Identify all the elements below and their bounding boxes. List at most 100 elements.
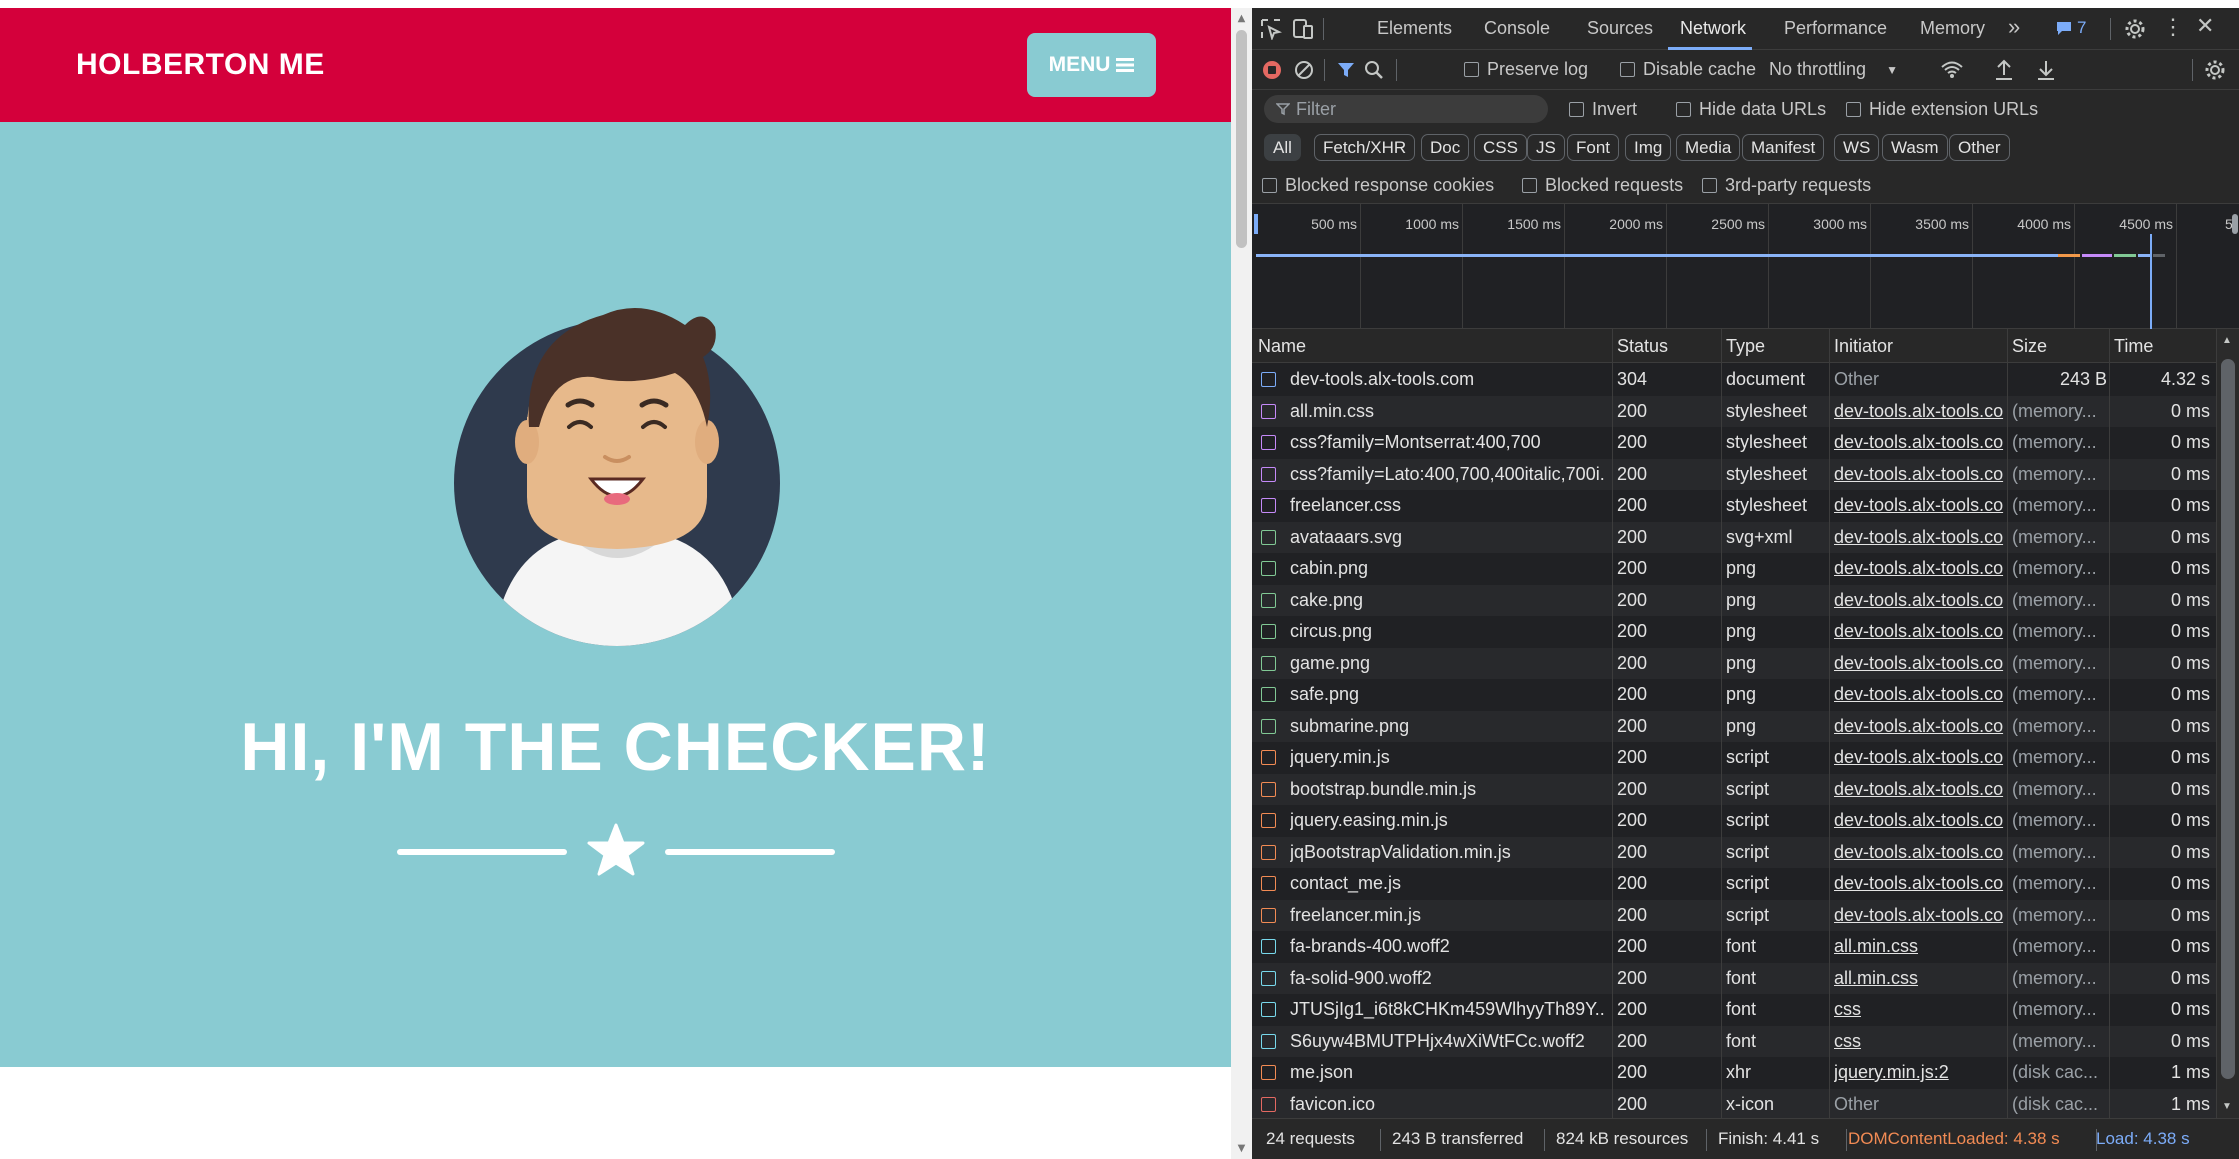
preserve-log-checkbox[interactable]: Preserve log xyxy=(1464,59,1588,80)
table-row[interactable]: cake.png 200 png dev-tools.alx-tools.co (mem… xyxy=(1252,584,2217,616)
type-filter-img[interactable]: Img xyxy=(1625,134,1672,161)
checkbox-box[interactable] xyxy=(1262,178,1277,193)
table-row[interactable]: avataaars.svg 200 svg+xml dev-tools.alx-too… xyxy=(1252,521,2217,553)
issues-counter[interactable]: 7 xyxy=(2055,18,2086,38)
request-initiator[interactable]: dev-tools.alx-tools.co xyxy=(1834,711,2007,742)
table-row[interactable]: S6uyw4BMUTPHjx4wXiWtFCc.woff2 200 font css(… xyxy=(1252,1025,2217,1057)
table-row[interactable]: jqBootstrapValidation.min.js 200 script dev… xyxy=(1252,836,2217,868)
request-initiator[interactable]: dev-tools.alx-tools.co xyxy=(1834,868,2007,899)
checkbox-box[interactable] xyxy=(1702,178,1717,193)
request-initiator[interactable]: css xyxy=(1834,1026,2007,1057)
type-filter-css[interactable]: CSS xyxy=(1474,134,1527,161)
table-row[interactable]: dev-tools.alx-tools.com 304 document Other 2… xyxy=(1252,364,2217,396)
hide-extension-urls-checkbox[interactable]: Hide extension URLs xyxy=(1846,99,2038,120)
table-row[interactable]: submarine.png 200 png dev-tools.alx-tools.c… xyxy=(1252,710,2217,742)
table-scroll-thumb[interactable] xyxy=(2221,359,2235,1079)
scroll-up-arrow-icon[interactable]: ▲ xyxy=(2222,335,2232,346)
request-initiator[interactable]: dev-tools.alx-tools.co xyxy=(1834,427,2007,458)
request-initiator[interactable]: dev-tools.alx-tools.co xyxy=(1834,553,2007,584)
column-header-type[interactable]: Type xyxy=(1726,336,1765,357)
throttling-select[interactable]: No throttling ▼ xyxy=(1769,59,1898,80)
import-har-upload-icon[interactable] xyxy=(1994,59,2014,81)
table-row[interactable]: favicon.ico 200 x-icon Other (disk cac... 1 m… xyxy=(1252,1088,2217,1118)
scroll-up-arrow-icon[interactable]: ▲ xyxy=(1235,12,1248,25)
blocked-requests-checkbox[interactable]: Blocked requests xyxy=(1522,175,1683,196)
settings-gear-icon[interactable] xyxy=(2124,18,2146,40)
page-scrollbar[interactable]: ▲ ▼ xyxy=(1231,8,1252,1159)
checkbox-box[interactable] xyxy=(1846,102,1861,117)
column-header-size[interactable]: Size xyxy=(2012,336,2047,357)
request-initiator[interactable]: dev-tools.alx-tools.co xyxy=(1834,490,2007,521)
checkbox-box[interactable] xyxy=(1676,102,1691,117)
request-initiator[interactable]: dev-tools.alx-tools.co xyxy=(1834,900,2007,931)
table-row[interactable]: game.png 200 png dev-tools.alx-tools.co (mem… xyxy=(1252,647,2217,679)
request-initiator[interactable]: dev-tools.alx-tools.co xyxy=(1834,522,2007,553)
tab-performance[interactable]: Performance xyxy=(1784,18,1887,39)
column-header-time[interactable]: Time xyxy=(2114,336,2153,357)
table-row[interactable]: fa-solid-900.woff2 200 font all.min.css (mem… xyxy=(1252,962,2217,994)
blocked-cookies-checkbox[interactable]: Blocked response cookies xyxy=(1262,175,1494,196)
table-row[interactable]: safe.png 200 png dev-tools.alx-tools.co (mem… xyxy=(1252,679,2217,711)
network-settings-gear-icon[interactable] xyxy=(2204,59,2226,81)
device-toolbar-icon[interactable] xyxy=(1290,18,1314,40)
table-scrollbar[interactable]: ▲ ▼ xyxy=(2217,329,2239,1118)
table-row[interactable]: contact_me.js 200 script dev-tools.alx-tool… xyxy=(1252,868,2217,900)
request-initiator[interactable]: all.min.css xyxy=(1834,963,2007,994)
request-initiator[interactable]: dev-tools.alx-tools.co xyxy=(1834,774,2007,805)
clear-log-icon[interactable] xyxy=(1294,60,1314,80)
table-row[interactable]: jquery.easing.min.js 200 script dev-tools.a… xyxy=(1252,805,2217,837)
type-filter-js[interactable]: JS xyxy=(1527,134,1565,161)
request-initiator[interactable]: dev-tools.alx-tools.co xyxy=(1834,805,2007,836)
page-scroll-thumb[interactable] xyxy=(1236,30,1247,248)
type-filter-wasm[interactable]: Wasm xyxy=(1882,134,1948,161)
request-initiator[interactable]: dev-tools.alx-tools.co xyxy=(1834,648,2007,679)
column-header-initiator[interactable]: Initiator xyxy=(1834,336,1893,357)
checkbox-box[interactable] xyxy=(1522,178,1537,193)
timeline-handle-right[interactable] xyxy=(2232,214,2238,234)
column-header-status[interactable]: Status xyxy=(1617,336,1668,357)
timeline-handle-left[interactable] xyxy=(1254,214,1258,234)
request-initiator[interactable]: dev-tools.alx-tools.co xyxy=(1834,616,2007,647)
more-tabs-chevron-icon[interactable]: » xyxy=(2008,14,2020,40)
type-filter-manifest[interactable]: Manifest xyxy=(1742,134,1825,161)
tab-console[interactable]: Console xyxy=(1484,18,1550,39)
tab-elements[interactable]: Elements xyxy=(1377,18,1452,39)
table-row[interactable]: freelancer.min.js 200 script dev-tools.alx-… xyxy=(1252,899,2217,931)
column-header-name[interactable]: Name xyxy=(1258,336,1306,357)
table-row[interactable]: jquery.min.js 200 script dev-tools.alx-tool… xyxy=(1252,742,2217,774)
request-initiator[interactable]: dev-tools.alx-tools.co xyxy=(1834,585,2007,616)
table-row[interactable]: all.min.css 200 stylesheet dev-tools.alx-to… xyxy=(1252,395,2217,427)
search-icon[interactable] xyxy=(1364,60,1384,80)
table-row[interactable]: css?family=Lato:400,700,400italic,700i..… xyxy=(1252,458,2217,490)
close-devtools-icon[interactable]: ✕ xyxy=(2196,13,2214,39)
tab-sources[interactable]: Sources xyxy=(1587,18,1653,39)
export-har-download-icon[interactable] xyxy=(2036,59,2056,81)
type-filter-fetch-xhr[interactable]: Fetch/XHR xyxy=(1314,134,1416,161)
more-options-kebab-icon[interactable]: ⋮ xyxy=(2162,14,2184,40)
table-row[interactable]: css?family=Montserrat:400,700 200 styleshe… xyxy=(1252,427,2217,459)
type-filter-media[interactable]: Media xyxy=(1676,134,1741,161)
table-row[interactable]: cabin.png 200 png dev-tools.alx-tools.co (me… xyxy=(1252,553,2217,585)
network-conditions-wifi-icon[interactable] xyxy=(1940,59,1964,81)
timeline-overview[interactable]: 500 ms 1000 ms 1500 ms 2000 ms 2500 ms 3… xyxy=(1252,204,2239,329)
disable-cache-checkbox[interactable]: Disable cache xyxy=(1620,59,1756,80)
request-initiator[interactable]: all.min.css xyxy=(1834,931,2007,962)
type-filter-doc[interactable]: Doc xyxy=(1421,134,1470,161)
invert-checkbox[interactable]: Invert xyxy=(1569,99,1637,120)
table-row[interactable]: JTUSjIg1_i6t8kCHKm459WlhyyTh89Y.... 200 fo… xyxy=(1252,994,2217,1026)
third-party-checkbox[interactable]: 3rd-party requests xyxy=(1702,175,1871,196)
tab-memory[interactable]: Memory xyxy=(1920,18,1985,39)
request-initiator[interactable]: jquery.min.js:2 xyxy=(1834,1057,2007,1088)
table-row[interactable]: bootstrap.bundle.min.js 200 script dev-tool… xyxy=(1252,773,2217,805)
checkbox-box[interactable] xyxy=(1620,62,1635,77)
request-initiator[interactable]: css xyxy=(1834,994,2007,1025)
type-filter-ws[interactable]: WS xyxy=(1834,134,1880,161)
inspect-element-icon[interactable] xyxy=(1260,18,1282,40)
request-initiator[interactable]: dev-tools.alx-tools.co xyxy=(1834,459,2007,490)
filter-input[interactable]: Filter xyxy=(1264,95,1548,123)
brand-link[interactable]: HOLBERTON ME xyxy=(76,48,325,82)
table-row[interactable]: circus.png 200 png dev-tools.alx-tools.co (m… xyxy=(1252,616,2217,648)
request-initiator[interactable]: dev-tools.alx-tools.co xyxy=(1834,837,2007,868)
request-initiator[interactable]: dev-tools.alx-tools.co xyxy=(1834,742,2007,773)
table-row[interactable]: fa-brands-400.woff2 200 font all.min.css (me… xyxy=(1252,931,2217,963)
